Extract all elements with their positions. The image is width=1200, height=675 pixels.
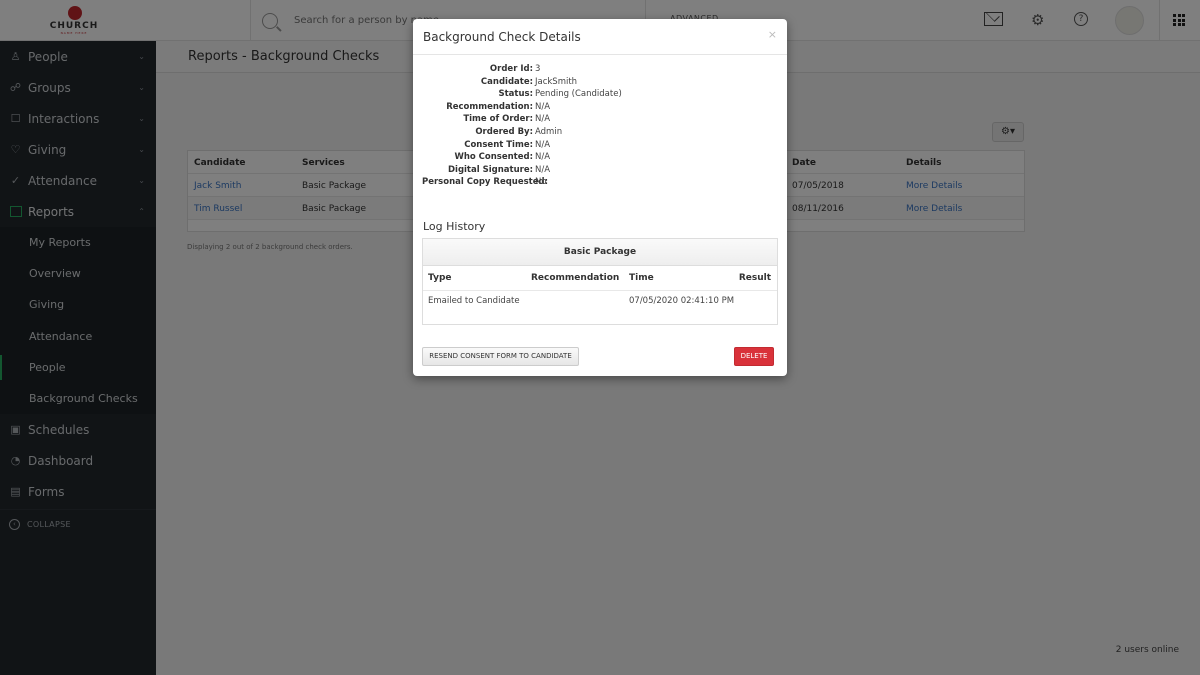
- detail-value: N/A: [535, 101, 551, 112]
- detail-value: 3: [535, 64, 541, 74]
- detail-label: Personal Copy Requested:: [422, 177, 548, 188]
- log-column-time: Time: [629, 273, 654, 283]
- detail-label: Consent Time:: [464, 139, 533, 150]
- detail-row-order-id: Order Id: 3: [413, 64, 787, 77]
- detail-value: N/A: [535, 164, 551, 175]
- log-column-result: Result: [738, 273, 771, 283]
- resend-consent-form-button[interactable]: RESEND CONSENT FORM TO CANDIDATE: [422, 347, 579, 366]
- detail-label: Digital Signature:: [447, 164, 533, 175]
- detail-value: JackSmith: [535, 76, 578, 87]
- close-icon[interactable]: ×: [768, 28, 777, 41]
- detail-row-candidate: Candidate: JackSmith: [413, 77, 787, 90]
- log-time-cell: 07/05/2020 02:41:10 PM: [629, 296, 735, 306]
- modal-header: Background Check Details ×: [413, 19, 787, 55]
- detail-label: Who Consented:: [454, 152, 533, 163]
- detail-label: Candidate:: [480, 76, 533, 87]
- modal-title: Background Check Details: [423, 30, 581, 44]
- detail-row-who-consented: Who Consented: N/A: [413, 152, 787, 165]
- detail-label: Ordered By:: [475, 126, 533, 137]
- detail-row-time-of-order: Time of Order: N/A: [413, 114, 787, 127]
- detail-row-status: Status: Pending (Candidate): [413, 89, 787, 102]
- detail-row-ordered-by: Ordered By: Admin: [413, 127, 787, 140]
- detail-label: Time of Order:: [463, 114, 533, 125]
- log-type-cell: Emailed to Candidate: [428, 296, 520, 306]
- log-column-type: Type: [428, 273, 452, 283]
- detail-value: Pending (Candidate): [535, 89, 622, 100]
- detail-row-recommendation: Recommendation: N/A: [413, 102, 787, 115]
- detail-row-digital-signature: Digital Signature: N/A: [413, 165, 787, 178]
- detail-label: Status:: [498, 89, 534, 100]
- detail-value: N/A: [535, 139, 551, 150]
- log-history-title: Log History: [423, 220, 486, 233]
- detail-value: Admin: [535, 126, 563, 137]
- detail-label: Recommendation:: [446, 101, 533, 112]
- detail-row-personal-copy: Personal Copy Requested: No: [413, 177, 787, 190]
- detail-label: Order Id:: [489, 64, 533, 74]
- background-check-details-modal: Background Check Details × Order Id: 3 C…: [413, 19, 787, 376]
- divider: [423, 290, 777, 291]
- detail-row-consent-time: Consent Time: N/A: [413, 140, 787, 153]
- log-history-table: Basic Package Type Recommendation Time R…: [422, 238, 778, 325]
- log-column-recommendation: Recommendation: [531, 273, 620, 283]
- detail-value: N/A: [535, 114, 551, 125]
- detail-value: No: [535, 177, 547, 188]
- delete-button[interactable]: DELETE: [734, 347, 774, 366]
- details-list: Order Id: 3 Candidate: JackSmith Status:…: [413, 64, 787, 190]
- detail-value: N/A: [535, 152, 551, 163]
- log-package-header: Basic Package: [423, 239, 777, 266]
